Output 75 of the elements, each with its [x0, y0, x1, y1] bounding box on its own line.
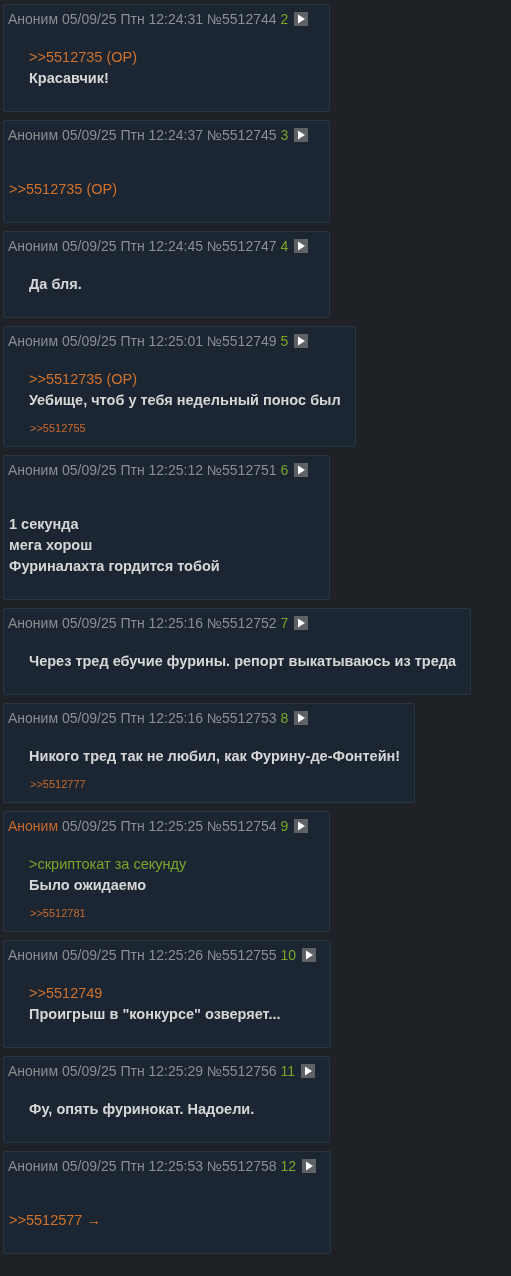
post-date: 05/09/25 Птн 12:25:29 [62, 1063, 204, 1079]
post-text: Да бля. [29, 275, 83, 294]
post-count: 6 [280, 462, 289, 478]
post-count: 8 [280, 710, 289, 726]
play-icon[interactable] [302, 1159, 317, 1173]
quote-text: >скриптокат за секунду [29, 855, 188, 874]
post-date: 05/09/25 Птн 12:25:53 [62, 1158, 204, 1174]
post-text: Фу, опять фуринокат. Надоели. [29, 1100, 256, 1119]
backlink[interactable]: >>5512777 [30, 778, 86, 790]
post-number[interactable]: №5512749 [207, 333, 277, 349]
post-number[interactable]: №5512751 [207, 462, 277, 478]
poster-name: Аноним [8, 818, 59, 834]
play-icon[interactable] [294, 463, 309, 477]
post-number[interactable]: №5512754 [207, 818, 277, 834]
poster-name: Аноним [8, 462, 59, 478]
play-icon[interactable] [294, 334, 309, 348]
post-date: 05/09/25 Птн 12:24:31 [62, 11, 204, 27]
reply-link[interactable]: >>5512577 → [9, 1210, 317, 1231]
post-date: 05/09/25 Птн 12:25:16 [62, 615, 204, 631]
poster-name: Аноним [8, 127, 59, 143]
post-number[interactable]: №5512745 [207, 127, 277, 143]
post-date: 05/09/25 Птн 12:25:26 [62, 947, 204, 963]
post-date: 05/09/25 Птн 12:25:12 [62, 462, 204, 478]
post-text: Никого тред так не любил, как Фурину-де-Фонтейн! [29, 747, 401, 766]
poster-name: Аноним [8, 1063, 59, 1079]
post-date: 05/09/25 Птн 12:25:25 [62, 818, 204, 834]
backlink[interactable]: >>5512781 [30, 907, 86, 919]
post-count: 5 [280, 333, 289, 349]
post-count: 12 [280, 1158, 297, 1174]
post-count: 11 [280, 1063, 296, 1079]
post-text: Фуриналахта гордится тобой [9, 557, 221, 576]
play-icon[interactable] [301, 1064, 316, 1078]
post-count: 4 [280, 238, 289, 254]
play-icon[interactable] [294, 711, 309, 725]
backlink[interactable]: >>5512755 [30, 422, 86, 434]
play-icon[interactable] [294, 12, 309, 26]
post-date: 05/09/25 Птн 12:24:45 [62, 238, 204, 254]
post-date: 05/09/25 Птн 12:24:37 [62, 127, 204, 143]
post-text: Через тред ебучие фурины. репорт выкатываюсь из треда [29, 652, 456, 671]
poster-name: Аноним [8, 238, 59, 254]
post-date: 05/09/25 Птн 12:25:01 [62, 333, 204, 349]
post-number[interactable]: №5512758 [207, 1158, 277, 1174]
post-text: Уебище, чтоб у тебя недельный понос был [29, 391, 341, 410]
poster-name: Аноним [8, 1158, 59, 1174]
post-number[interactable]: №5512755 [207, 947, 277, 963]
play-icon[interactable] [294, 616, 309, 630]
poster-name: Аноним [8, 11, 59, 27]
post-number[interactable]: №5512756 [207, 1063, 277, 1079]
post-date: 05/09/25 Птн 12:25:16 [62, 710, 204, 726]
reply-link[interactable]: >>5512735 (OP) [29, 47, 315, 68]
post-count: 10 [280, 947, 297, 963]
post-count: 9 [280, 818, 289, 834]
post-number[interactable]: №5512752 [207, 615, 277, 631]
poster-name: Аноним [8, 710, 59, 726]
post-number[interactable]: №5512747 [207, 238, 277, 254]
reply-link[interactable]: >>5512749 [29, 983, 317, 1004]
post-count: 3 [280, 127, 289, 143]
play-icon[interactable] [294, 239, 309, 253]
post-count: 7 [280, 615, 289, 631]
post-number[interactable]: №5512753 [207, 710, 277, 726]
poster-name: Аноним [8, 615, 59, 631]
post-text: Красавчик! [29, 69, 110, 88]
reply-link[interactable]: >>5512735 (OP) [9, 179, 315, 200]
post-text: Было ожидаемо [29, 876, 148, 895]
poster-name: Аноним [8, 333, 59, 349]
play-icon[interactable] [294, 819, 309, 833]
post-text: мега хорош [9, 536, 94, 555]
post-text: 1 секунда [9, 515, 80, 534]
reply-link[interactable]: >>5512735 (OP) [29, 369, 341, 390]
post-number[interactable]: №5512744 [207, 11, 277, 27]
play-icon[interactable] [294, 128, 309, 142]
play-icon[interactable] [302, 948, 317, 962]
poster-name: Аноним [8, 947, 59, 963]
post-text: Проигрыш в "конкурсе" озверяет... [29, 1005, 282, 1024]
post-count: 2 [280, 11, 289, 27]
